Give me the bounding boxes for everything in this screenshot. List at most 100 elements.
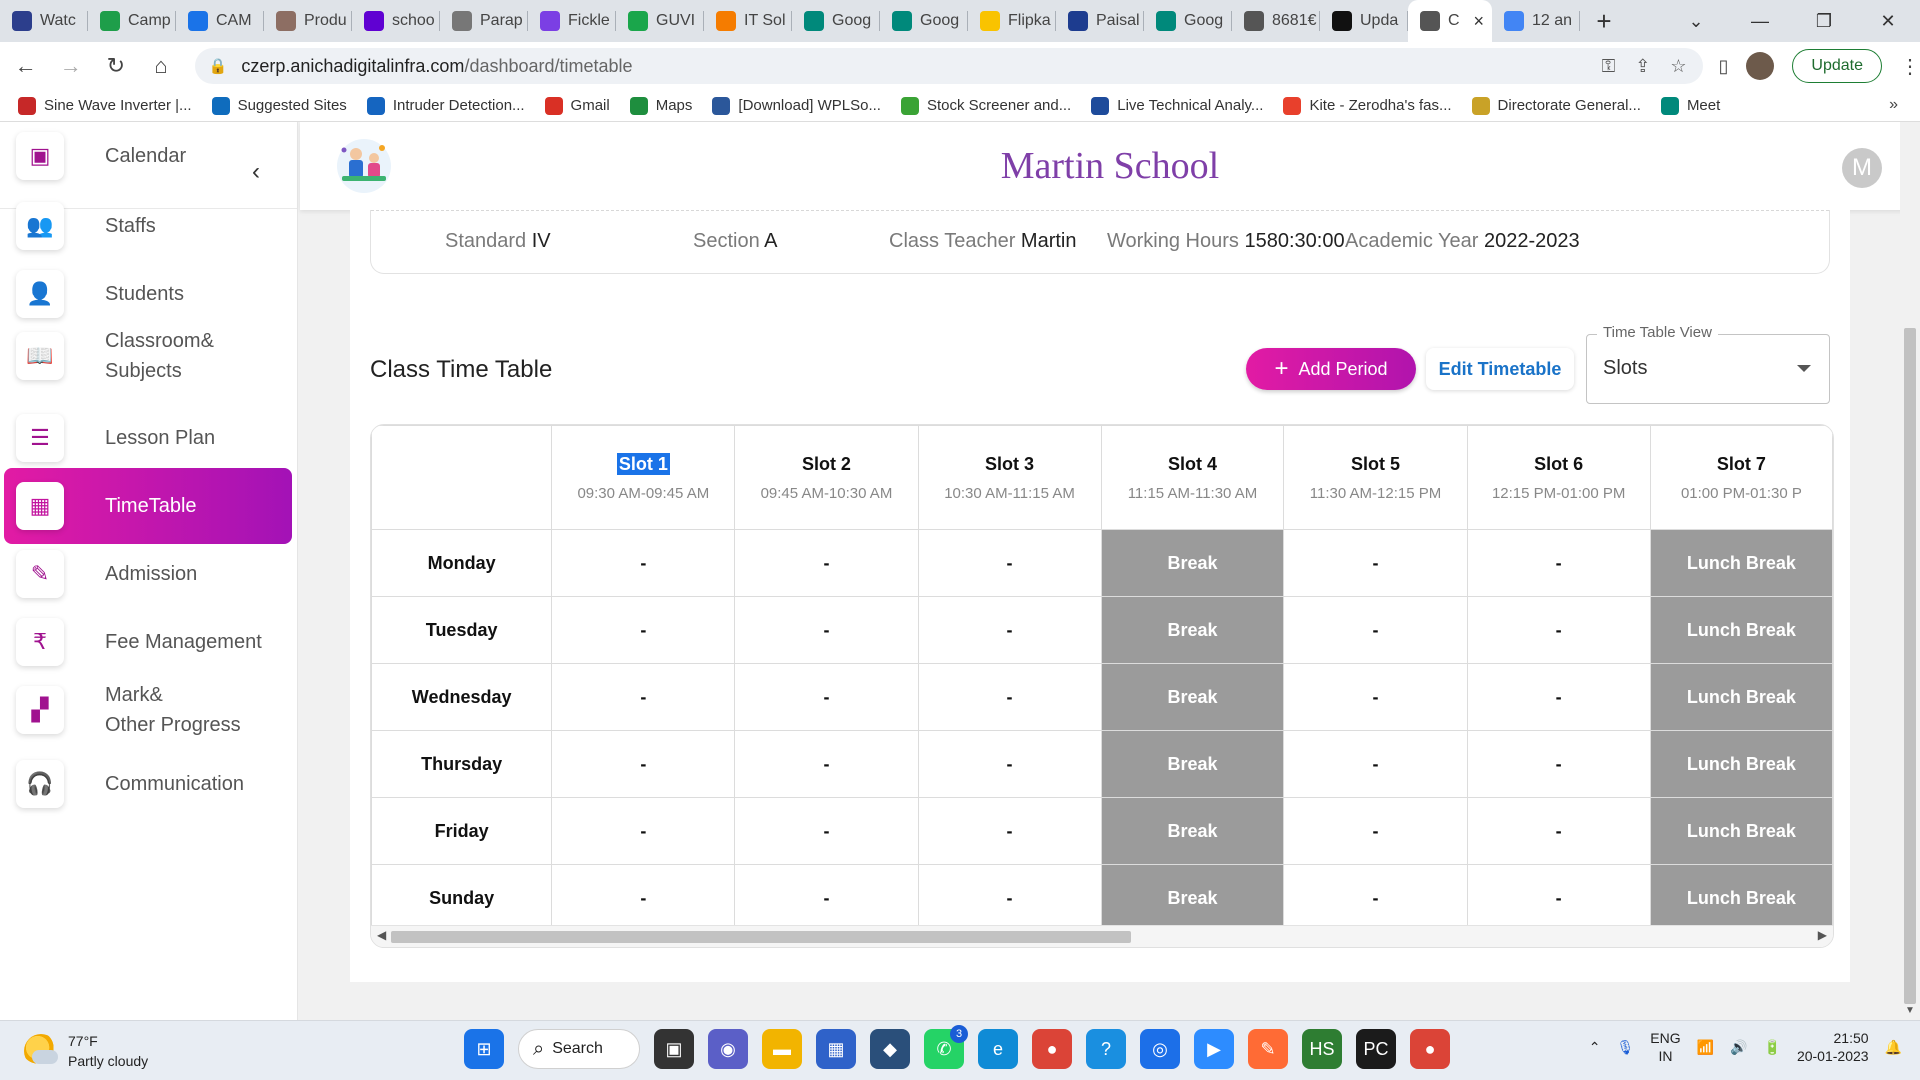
browser-tab[interactable]: IT Sol xyxy=(704,0,792,42)
period-cell[interactable]: - xyxy=(917,663,1102,731)
sidebar-item-calendar[interactable]: ▣ Calendar xyxy=(4,122,292,194)
timetable-view-select[interactable]: Time Table View Slots xyxy=(1586,324,1830,404)
bookmark-item[interactable]: Maps xyxy=(629,96,692,115)
add-period-button[interactable]: + Add Period xyxy=(1246,348,1416,390)
browser-tab[interactable]: Upda xyxy=(1320,0,1408,42)
period-cell[interactable]: - xyxy=(1466,797,1651,865)
maximize-icon[interactable]: ❐ xyxy=(1792,0,1856,42)
sidebar-item-classroom[interactable]: 📖 Classroom& Subjects xyxy=(4,318,292,394)
period-cell[interactable]: - xyxy=(1466,864,1651,932)
period-cell[interactable]: - xyxy=(1283,864,1468,932)
browser-tab[interactable]: 8681€ xyxy=(1232,0,1320,42)
period-cell[interactable]: - xyxy=(917,529,1102,597)
bookmarks-more-icon[interactable]: » xyxy=(1889,96,1898,114)
edit-timetable-button[interactable]: Edit Timetable xyxy=(1426,348,1574,390)
bookmark-item[interactable]: Stock Screener and... xyxy=(900,96,1071,115)
sidebar-item-staffs[interactable]: 👥 Staffs xyxy=(4,188,292,264)
sidebar-item-mark[interactable]: ▞ Mark& Other Progress xyxy=(4,672,292,748)
bookmark-item[interactable]: Sine Wave Inverter |... xyxy=(18,96,192,115)
period-cell[interactable]: - xyxy=(1466,730,1651,798)
bookmark-star-icon[interactable]: ☆ xyxy=(1670,56,1686,77)
forward-arrow-icon[interactable]: → xyxy=(51,46,90,86)
pycharm-icon[interactable]: PC xyxy=(1356,1029,1396,1069)
browser-tab[interactable]: Fickle xyxy=(528,0,616,42)
user-avatar[interactable]: M xyxy=(1842,148,1882,188)
share-icon[interactable]: ⇪ xyxy=(1635,56,1650,77)
bookmark-item[interactable]: Meet xyxy=(1660,96,1720,115)
edge-icon[interactable]: e xyxy=(978,1029,1018,1069)
vertical-scrollbar[interactable]: ▼ xyxy=(1900,122,1920,1020)
notification-icon[interactable]: 🔔 xyxy=(1885,1039,1902,1056)
bookmark-item[interactable]: Directorate General... xyxy=(1471,96,1641,115)
chrome-icon[interactable]: ● xyxy=(1032,1029,1072,1069)
tab-search-icon[interactable]: ⌄ xyxy=(1664,0,1728,42)
browser-tab[interactable]: schoo xyxy=(352,0,440,42)
key-icon[interactable]: ⚿ xyxy=(1602,56,1616,77)
new-tab-button[interactable]: + xyxy=(1580,0,1628,42)
sidebar-item-lesson-plan[interactable]: ☰ Lesson Plan xyxy=(4,400,292,476)
horizontal-scroll-thumb[interactable] xyxy=(391,931,1131,943)
microphone-icon[interactable]: 🎙 xyxy=(1617,1039,1635,1056)
period-cell[interactable]: - xyxy=(1283,529,1468,597)
period-cell[interactable]: - xyxy=(734,663,919,731)
sidebar-item-admission[interactable]: ✎ Admission xyxy=(4,536,292,612)
clock[interactable]: 21:50 20-01-2023 xyxy=(1797,1029,1869,1065)
period-cell[interactable]: - xyxy=(917,596,1102,664)
side-panel-icon[interactable]: ▯ xyxy=(1719,56,1729,77)
period-cell[interactable]: - xyxy=(1283,730,1468,798)
period-cell[interactable]: - xyxy=(734,596,919,664)
browser-tab[interactable]: Goog xyxy=(792,0,880,42)
sidebar-item-fee-management[interactable]: ₹ Fee Management xyxy=(4,604,292,680)
help-icon[interactable]: ? xyxy=(1086,1029,1126,1069)
period-cell[interactable]: - xyxy=(734,797,919,865)
period-cell[interactable]: - xyxy=(917,730,1102,798)
hubstaff-icon[interactable]: HS xyxy=(1302,1029,1342,1069)
period-cell[interactable]: - xyxy=(1283,797,1468,865)
store-icon[interactable]: ▦ xyxy=(816,1029,856,1069)
browser-tab[interactable]: Flipka xyxy=(968,0,1056,42)
period-cell[interactable]: - xyxy=(551,864,736,932)
chevron-up-icon[interactable]: ⌃ xyxy=(1589,1039,1601,1056)
period-cell[interactable]: - xyxy=(551,730,736,798)
signal-icon[interactable]: ◎ xyxy=(1140,1029,1180,1069)
brush-icon[interactable]: ✎ xyxy=(1248,1029,1288,1069)
browser-tab[interactable]: Produ xyxy=(264,0,352,42)
zoom-icon[interactable]: ▶ xyxy=(1194,1029,1234,1069)
back-arrow-icon[interactable]: ← xyxy=(6,46,45,86)
period-cell[interactable]: - xyxy=(551,596,736,664)
period-cell[interactable]: - xyxy=(1466,663,1651,731)
browser-tab[interactable]: Goog xyxy=(880,0,968,42)
chrome-alt-icon[interactable]: ● xyxy=(1410,1029,1450,1069)
bookmark-item[interactable]: Suggested Sites xyxy=(211,96,347,115)
browser-tab[interactable]: Camp xyxy=(88,0,176,42)
browser-tab[interactable]: 12 an xyxy=(1492,0,1580,42)
whatsapp-icon[interactable]: ✆ 3 xyxy=(924,1025,968,1069)
browser-tab[interactable]: Watc xyxy=(0,0,88,42)
scroll-left-icon[interactable]: ◀ xyxy=(377,928,386,942)
bookmark-item[interactable]: [Download] WPLSo... xyxy=(712,96,881,115)
vertical-scroll-thumb[interactable] xyxy=(1904,328,1916,1004)
volume-icon[interactable]: 🔊 xyxy=(1730,1039,1747,1056)
period-cell[interactable]: - xyxy=(917,797,1102,865)
sidebar-item-communication[interactable]: 🎧 Communication xyxy=(4,746,292,822)
menu-dots-icon[interactable]: ⋮ xyxy=(1900,54,1920,79)
period-cell[interactable]: - xyxy=(551,663,736,731)
scroll-right-icon[interactable]: ▶ xyxy=(1818,928,1827,942)
reload-icon[interactable]: ↻ xyxy=(96,46,135,86)
period-cell[interactable]: - xyxy=(917,864,1102,932)
weather-widget[interactable]: 77°F Partly cloudy xyxy=(24,1031,148,1071)
period-cell[interactable]: - xyxy=(1466,529,1651,597)
profile-avatar[interactable] xyxy=(1746,52,1775,80)
period-cell[interactable]: - xyxy=(1283,596,1468,664)
dbeaver-icon[interactable]: ◆ xyxy=(870,1029,910,1069)
wifi-icon[interactable]: 📶 xyxy=(1697,1039,1714,1056)
sidebar-item-timetable[interactable]: ▦ TimeTable xyxy=(4,468,292,544)
scroll-down-icon[interactable]: ▼ xyxy=(1905,1005,1915,1016)
period-cell[interactable]: - xyxy=(734,730,919,798)
bookmark-item[interactable]: Kite - Zerodha's fas... xyxy=(1283,96,1452,115)
browser-tab[interactable]: Goog xyxy=(1144,0,1232,42)
url-input[interactable]: 🔒 czerp.anichadigitalinfra.com/dashboard… xyxy=(194,48,1703,84)
windows-start-icon[interactable]: ⊞ xyxy=(464,1029,504,1069)
bookmark-item[interactable]: Intruder Detection... xyxy=(366,96,525,115)
period-cell[interactable]: - xyxy=(551,797,736,865)
